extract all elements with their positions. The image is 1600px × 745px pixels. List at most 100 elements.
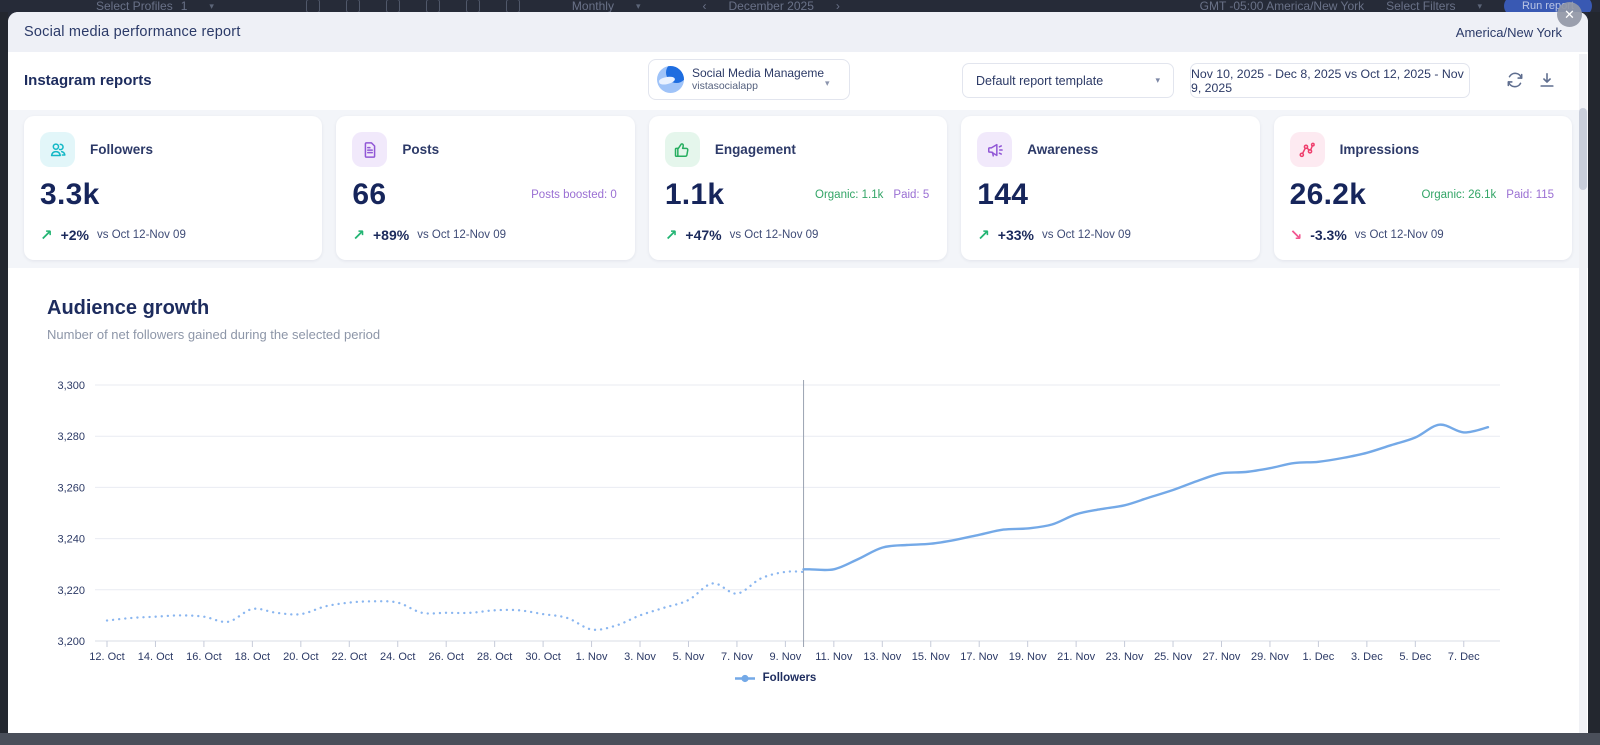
svg-text:15. Nov: 15. Nov <box>912 651 950 663</box>
date-range-picker[interactable]: Nov 10, 2025 - Dec 8, 2025 vs Oct 12, 20… <box>1190 63 1470 98</box>
trend-up-icon: ↗ <box>665 228 678 243</box>
chevron-down-icon: ▾ <box>825 78 830 89</box>
svg-text:16. Oct: 16. Oct <box>186 651 221 663</box>
svg-text:7. Dec: 7. Dec <box>1448 651 1480 663</box>
trend-down-icon: ↘ <box>1290 228 1303 243</box>
stat-card-followers: Followers 3.3k ↗ +2% vs Oct 12-Nov 09 <box>24 116 322 260</box>
svg-text:1. Nov: 1. Nov <box>576 651 608 663</box>
stat-card-boosted-note: Posts boosted: 0 <box>531 189 617 201</box>
section-title: Instagram reports <box>24 72 152 89</box>
report-template-select[interactable]: Default report template ▾ <box>962 63 1174 98</box>
svg-text:5. Nov: 5. Nov <box>673 651 705 663</box>
profile-name: Social Media Management Too <box>692 66 824 80</box>
svg-text:28. Oct: 28. Oct <box>477 651 512 663</box>
stat-card-organic-note: Organic: 26.1k <box>1421 189 1496 201</box>
legend-marker-icon <box>734 674 756 683</box>
svg-text:3,200: 3,200 <box>57 636 85 648</box>
svg-text:3,260: 3,260 <box>57 482 85 494</box>
modal-header: Social media performance report America/… <box>8 12 1588 52</box>
current-month-label: December 2025 <box>728 0 813 12</box>
trend-up-icon: ↗ <box>40 228 53 243</box>
timezone-label: America/New York <box>1456 25 1562 40</box>
svg-text:3. Dec: 3. Dec <box>1351 651 1383 663</box>
stat-card-value: 1.1k <box>665 178 725 212</box>
stat-card-value: 26.2k <box>1290 178 1367 212</box>
svg-text:14. Oct: 14. Oct <box>138 651 173 663</box>
stats-band: Followers 3.3k ↗ +2% vs Oct 12-Nov 09 <box>8 110 1588 268</box>
svg-text:21. Nov: 21. Nov <box>1057 651 1095 663</box>
svg-text:20. Oct: 20. Oct <box>283 651 318 663</box>
svg-text:3,280: 3,280 <box>57 431 85 443</box>
dimmed-left-edge <box>0 12 8 733</box>
stat-card-engagement: Engagement 1.1k Organic: 1.1k Paid: 5 ↗ … <box>649 116 947 260</box>
report-template-value: Default report template <box>976 74 1103 88</box>
stat-card-value: 66 <box>352 178 386 212</box>
topbar-icon <box>506 0 520 12</box>
report-modal: Social media performance report America/… <box>8 12 1588 733</box>
download-icon[interactable] <box>1537 70 1559 92</box>
svg-text:24. Oct: 24. Oct <box>380 651 415 663</box>
svg-text:1. Dec: 1. Dec <box>1303 651 1335 663</box>
trend-up-icon: ↗ <box>352 228 365 243</box>
svg-text:29. Nov: 29. Nov <box>1251 651 1289 663</box>
topbar-icon <box>426 0 440 12</box>
scrollbar-thumb[interactable] <box>1579 108 1587 190</box>
stat-card-value: 144 <box>977 178 1028 212</box>
svg-text:13. Nov: 13. Nov <box>863 651 901 663</box>
followers-icon <box>40 132 75 167</box>
topbar-icon <box>466 0 480 12</box>
svg-text:9. Nov: 9. Nov <box>769 651 801 663</box>
chart-subtitle: Number of net followers gained during th… <box>47 327 1588 343</box>
svg-text:17. Nov: 17. Nov <box>960 651 998 663</box>
next-month-arrow: › <box>836 0 840 12</box>
report-controls: Instagram reports Social Media Managemen… <box>8 52 1588 110</box>
stat-card-paid-note: Paid: 115 <box>1506 189 1554 201</box>
svg-text:7. Nov: 7. Nov <box>721 651 753 663</box>
topbar-icon <box>306 0 320 12</box>
profile-selector[interactable]: Social Media Management Too vistasociala… <box>648 59 850 100</box>
stat-card-label: Awareness <box>1027 142 1098 157</box>
avatar <box>657 66 684 93</box>
legend-item-followers[interactable]: Followers <box>40 672 1510 684</box>
stat-card-delta-period: vs Oct 12-Nov 09 <box>1355 229 1444 241</box>
svg-text:19. Nov: 19. Nov <box>1009 651 1047 663</box>
page-title: Social media performance report <box>24 24 241 40</box>
topbar-icon <box>346 0 360 12</box>
stat-card-organic-note: Organic: 1.1k <box>815 189 883 201</box>
legend-label: Followers <box>763 672 817 684</box>
impressions-icon <box>1290 132 1325 167</box>
stat-card-label: Engagement <box>715 142 796 157</box>
stat-card-delta-percent: +2% <box>61 227 89 243</box>
svg-text:11. Nov: 11. Nov <box>815 651 853 663</box>
period-select-label: Monthly <box>572 0 614 12</box>
stat-card-delta-percent: +33% <box>998 227 1034 243</box>
stat-card-delta-period: vs Oct 12-Nov 09 <box>1042 229 1131 241</box>
engagement-icon <box>665 132 700 167</box>
svg-text:3,220: 3,220 <box>57 585 85 597</box>
stat-card-impressions: Impressions 26.2k Organic: 26.1k Paid: 1… <box>1274 116 1572 260</box>
stat-card-delta-percent: -3.3% <box>1310 227 1347 243</box>
svg-text:26. Oct: 26. Oct <box>428 651 463 663</box>
stat-card-delta-period: vs Oct 12-Nov 09 <box>730 229 819 241</box>
dimmed-app-topbar: Select Profiles 1 ▾ Monthly ▾ ‹ December… <box>0 0 1600 12</box>
stat-card-label: Impressions <box>1340 142 1420 157</box>
svg-text:3. Nov: 3. Nov <box>624 651 656 663</box>
refresh-icon[interactable] <box>1505 70 1527 92</box>
stat-card-delta-percent: +47% <box>685 227 721 243</box>
prev-month-arrow: ‹ <box>702 0 706 12</box>
profiles-count-badge: 1 <box>181 0 188 12</box>
stat-card-label: Followers <box>90 142 153 157</box>
stat-card-value: 3.3k <box>40 178 100 212</box>
timezone-label: GMT -05:00 America/New York <box>1200 0 1365 12</box>
chart-title: Audience growth <box>47 296 1588 320</box>
svg-text:12. Oct: 12. Oct <box>89 651 124 663</box>
chevron-down-icon: ▾ <box>1155 75 1160 86</box>
stat-card-delta-period: vs Oct 12-Nov 09 <box>97 229 186 241</box>
stat-card-delta-percent: +89% <box>373 227 409 243</box>
select-profiles-label: Select Profiles <box>96 0 173 12</box>
stat-card-label: Posts <box>402 142 439 157</box>
date-range-value: Nov 10, 2025 - Dec 8, 2025 vs Oct 12, 20… <box>1191 67 1469 95</box>
audience-growth-section: Audience growth Number of net followers … <box>8 268 1588 684</box>
close-icon[interactable]: ✕ <box>1557 2 1582 27</box>
stat-card-delta-period: vs Oct 12-Nov 09 <box>417 229 506 241</box>
